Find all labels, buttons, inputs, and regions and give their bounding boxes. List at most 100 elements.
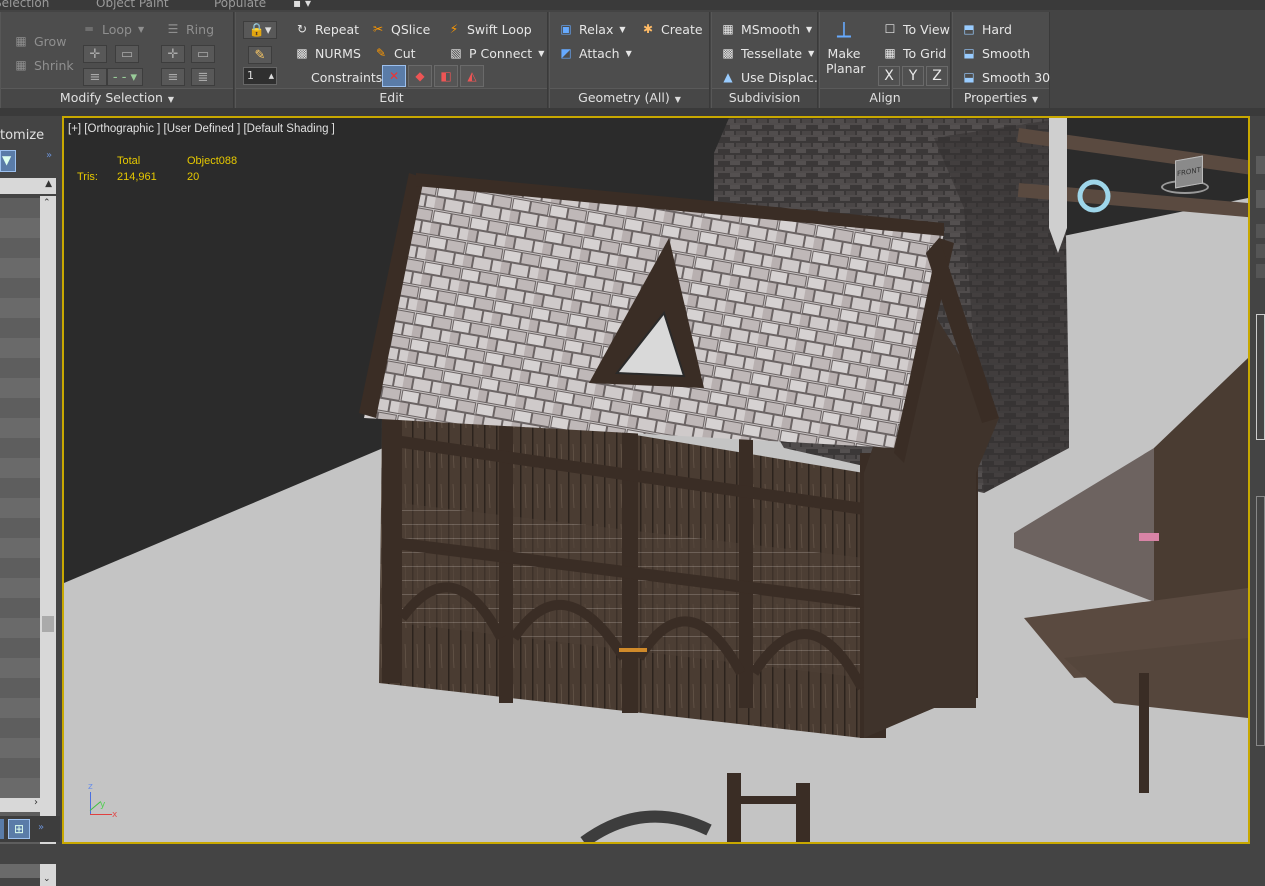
explorer-row[interactable] (0, 758, 40, 778)
explorer-row[interactable] (0, 498, 40, 518)
explorer-row[interactable] (0, 258, 40, 278)
loop-button[interactable]: ═ Loop ▼ (81, 19, 144, 39)
to-view-button[interactable]: ☐ To View (882, 19, 950, 39)
p-connect-button[interactable]: ▧ P Connect ▼ (448, 43, 544, 63)
cut-button[interactable]: ✎ Cut (373, 43, 416, 63)
shrink-button[interactable]: ▦ Shrink (13, 55, 73, 75)
viewcube-front-face[interactable]: FRONT (1175, 155, 1203, 189)
constraint-edge-button[interactable]: ◆ (408, 65, 432, 87)
panel-expand-icon[interactable]: » (46, 150, 52, 161)
explorer-row[interactable] (0, 318, 40, 338)
scroll-down-icon[interactable]: ⌄ (43, 874, 51, 884)
explorer-row[interactable] (0, 678, 40, 698)
tweak-button[interactable]: ✎ (248, 46, 272, 64)
explorer-row[interactable] (0, 378, 40, 398)
explorer-row[interactable] (0, 718, 40, 738)
geometry-footer[interactable]: Geometry (All) ▼ (550, 88, 709, 108)
msmooth-button[interactable]: ▦ MSmooth ▼ (720, 19, 812, 39)
explorer-row[interactable] (0, 278, 40, 298)
hierarchy-button[interactable]: ⊞ (8, 819, 30, 839)
ring-grow-button[interactable]: ✛ (161, 45, 185, 63)
cmd-rollout[interactable] (1256, 314, 1265, 440)
modify-selection-footer[interactable]: Modify Selection ▼ (1, 88, 233, 108)
explorer-row[interactable] (0, 598, 40, 618)
loop-mode-button[interactable]: ≡ (83, 68, 107, 86)
align-footer[interactable]: Align (820, 88, 950, 108)
cmd-tab-1[interactable] (1256, 156, 1265, 174)
explorer-row[interactable] (0, 518, 40, 538)
cmd-tab-5[interactable] (1256, 264, 1265, 278)
explorer-row[interactable] (0, 418, 40, 438)
explorer-row[interactable] (0, 538, 40, 558)
explorer-more-icon[interactable]: » (38, 822, 44, 833)
align-x-button[interactable]: X (878, 66, 900, 86)
explorer-row[interactable] (0, 358, 40, 378)
edit-footer[interactable]: Edit (236, 88, 547, 108)
viewcube[interactable]: FRONT (1159, 155, 1211, 200)
create-button[interactable]: ✱ Create (640, 19, 703, 39)
align-y-button[interactable]: Y (902, 66, 924, 86)
ring-list-button[interactable]: ≣ (191, 68, 215, 86)
explorer-row[interactable] (0, 398, 40, 418)
explorer-row[interactable] (0, 738, 40, 758)
explorer-row[interactable] (0, 298, 40, 318)
explorer-row[interactable] (0, 658, 40, 678)
tab-options-icon[interactable]: ▪ ▾ (293, 0, 311, 10)
attach-button[interactable]: ◩ Attach ▼ (558, 43, 631, 63)
to-grid-button[interactable]: ▦ To Grid (882, 43, 946, 63)
explorer-row[interactable] (0, 438, 40, 458)
nurms-button[interactable]: ▩ NURMS (294, 43, 361, 63)
edit-spinner[interactable]: 1▲▼ (243, 67, 277, 96)
explorer-row[interactable] (0, 618, 40, 638)
explorer-row[interactable] (0, 338, 40, 358)
explorer-row[interactable] (0, 218, 40, 238)
explorer-hscrollbar[interactable]: › (0, 797, 56, 812)
explorer-row[interactable] (0, 558, 40, 578)
smooth30-button[interactable]: ⬓ Smooth 30 (961, 67, 1050, 87)
loop-dotted-button[interactable]: - - ▾ (107, 68, 143, 86)
explorer-row[interactable] (0, 198, 40, 218)
repeat-button[interactable]: ↻ Repeat (294, 19, 359, 39)
scroll-up-icon[interactable]: ⌃ (43, 198, 51, 208)
use-displace-button[interactable]: ▲ Use Displac... (720, 67, 825, 87)
preserve-uvs-button[interactable]: 🔒▾ (243, 21, 277, 39)
viewport-perspective[interactable]: [+] [Orthographic ] [User Defined ] [Def… (62, 116, 1250, 844)
explorer-row[interactable] (0, 698, 40, 718)
explorer-row[interactable] (0, 478, 40, 498)
constraint-none-button[interactable]: ✕ (382, 65, 406, 87)
ring-mode-button[interactable]: ≡ (161, 68, 185, 86)
constraint-face-button[interactable]: ◧ (434, 65, 458, 87)
cmd-tab-2[interactable] (1256, 190, 1265, 208)
make-planar-button[interactable]: ⟂ Make Planar (826, 16, 865, 76)
ring-button[interactable]: ☰ Ring (165, 19, 214, 39)
align-z-button[interactable]: Z (926, 66, 948, 86)
cmd-rollout-2[interactable] (1256, 496, 1265, 746)
explorer-row[interactable] (0, 778, 40, 798)
hard-button[interactable]: ⬒ Hard (961, 19, 1012, 39)
tab-selection[interactable]: Selection (0, 0, 49, 10)
sort-up-icon[interactable]: ▲ (45, 179, 52, 189)
explorer-list[interactable] (0, 198, 40, 878)
cmd-tab-4[interactable] (1256, 244, 1265, 258)
tessellate-button[interactable]: ▩ Tessellate ▼ (720, 43, 814, 63)
qslice-button[interactable]: ✂ QSlice (370, 19, 430, 39)
swift-loop-button[interactable]: ⚡ Swift Loop (446, 19, 532, 39)
scroll-thumb[interactable] (42, 616, 54, 632)
ring-shrink-button[interactable]: ▭ (191, 45, 215, 63)
subdivision-footer[interactable]: Subdivision (712, 88, 817, 108)
constraint-normal-button[interactable]: ◭ (460, 65, 484, 87)
cmd-tab-3[interactable] (1256, 224, 1265, 238)
loop-grow-button[interactable]: ✛ (83, 45, 107, 63)
viewport-label[interactable]: [+] [Orthographic ] [User Defined ] [Def… (68, 123, 335, 135)
explorer-row[interactable] (0, 638, 40, 658)
properties-footer[interactable]: Properties ▼ (953, 88, 1049, 108)
explorer-row[interactable] (0, 578, 40, 598)
tab-populate[interactable]: Populate (214, 0, 266, 10)
tab-object-paint[interactable]: Object Paint (96, 0, 169, 10)
explorer-row[interactable] (0, 238, 40, 258)
explorer-row[interactable] (0, 458, 40, 478)
loop-shrink-button[interactable]: ▭ (115, 45, 139, 63)
explorer-vscrollbar[interactable]: ⌃ ⌄ (40, 196, 56, 886)
grow-button[interactable]: ▦ Grow (13, 31, 66, 51)
relax-button[interactable]: ▣ Relax ▼ (558, 19, 625, 39)
